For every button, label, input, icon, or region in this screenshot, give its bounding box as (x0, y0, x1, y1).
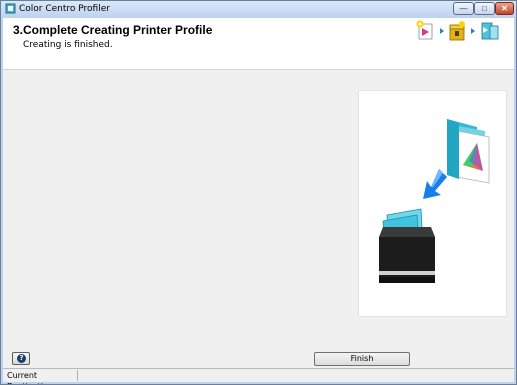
download-arrow-icon (423, 169, 447, 199)
completion-illustration (358, 90, 507, 317)
app-window: Color Centro Profiler — □ ✕ 3.Complete C… (0, 0, 517, 385)
profile-folder-icon (447, 119, 490, 184)
printer-tray-icon (379, 208, 435, 283)
client-area: 3.Complete Creating Printer Profile Crea… (3, 18, 514, 384)
maximize-button[interactable]: □ (474, 2, 495, 15)
maximize-icon: □ (482, 4, 487, 13)
finish-button[interactable]: Finish (314, 352, 410, 366)
step-title: 3.Complete Creating Printer Profile (13, 23, 213, 37)
arrow-right-icon (471, 28, 475, 34)
start-wizard-icon (416, 20, 433, 40)
help-icon: ? (17, 354, 26, 363)
step-subtitle: Creating is finished. (23, 40, 113, 50)
package-icon (449, 21, 465, 41)
status-current-destination: Current Destination (4, 370, 78, 384)
arrow-right-icon (440, 28, 444, 34)
title-bar[interactable]: Color Centro Profiler — □ ✕ (1, 1, 516, 17)
close-button[interactable]: ✕ (495, 2, 514, 15)
minimize-icon: — (459, 4, 468, 13)
close-icon: ✕ (501, 4, 508, 13)
window-title: Color Centro Profiler (19, 4, 110, 14)
minimize-button[interactable]: — (453, 2, 474, 15)
status-bar: Current Destination (3, 368, 514, 384)
illustration-graphic (379, 119, 490, 283)
help-button[interactable]: ? (12, 352, 30, 365)
wizard-header: 3.Complete Creating Printer Profile Crea… (3, 18, 514, 70)
finish-flag-icon (481, 22, 499, 40)
wizard-progress-icons (416, 20, 499, 41)
app-icon (5, 3, 16, 14)
